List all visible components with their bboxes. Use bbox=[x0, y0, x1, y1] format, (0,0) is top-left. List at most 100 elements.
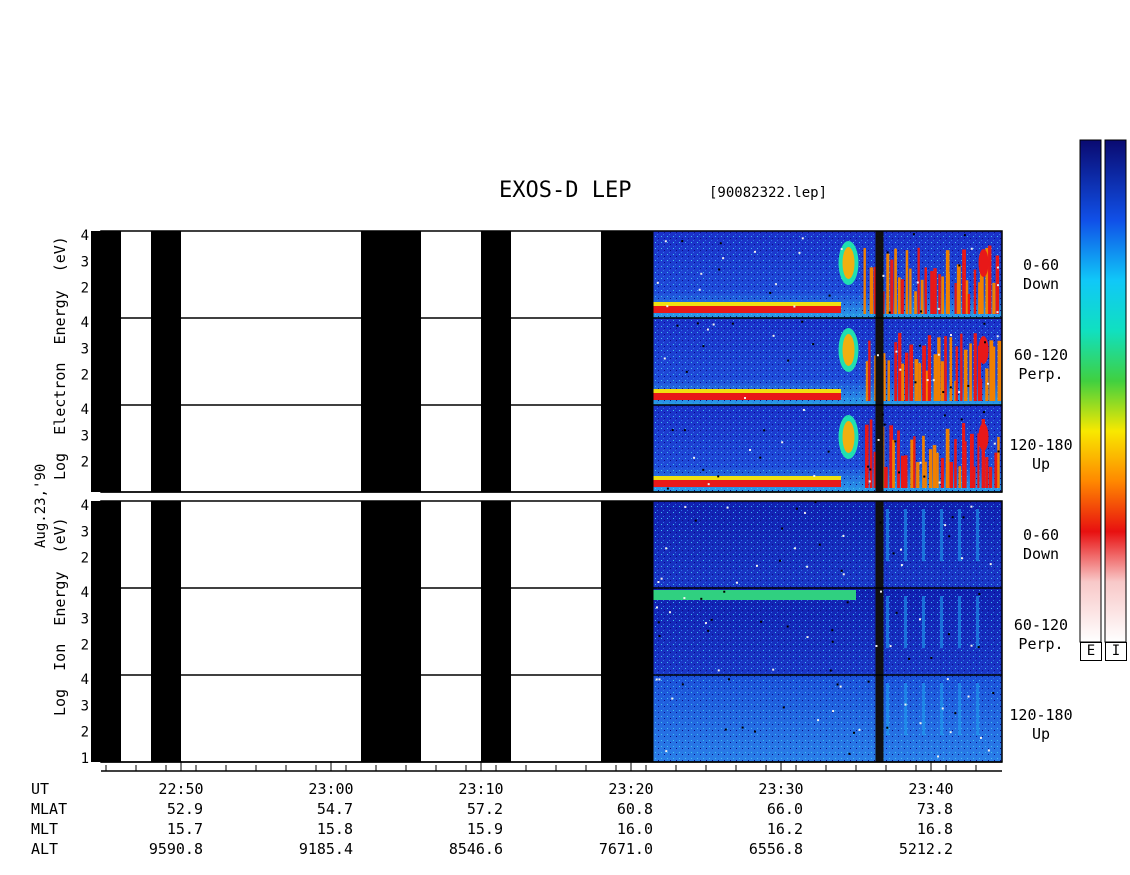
channel-label-i-perp: 60-120 Perp. bbox=[1001, 616, 1081, 654]
y-tick-label: 3 bbox=[81, 341, 89, 357]
y-tick-label: 2 bbox=[81, 638, 89, 654]
electron-stripe bbox=[937, 337, 941, 401]
orbit-mlt-value: 16.8 bbox=[916, 820, 953, 838]
electron-stripe bbox=[904, 455, 908, 488]
speckle bbox=[876, 354, 879, 357]
speckle bbox=[930, 656, 933, 659]
speckle bbox=[875, 644, 878, 647]
no-data-bar bbox=[481, 318, 511, 405]
speckle bbox=[744, 397, 747, 400]
speckle bbox=[693, 456, 696, 459]
speckle bbox=[755, 564, 758, 567]
y-tick-label: 4 bbox=[81, 228, 89, 244]
speckle bbox=[943, 414, 946, 417]
electron-stripe bbox=[947, 273, 950, 314]
y-tick-label: 2 bbox=[81, 551, 89, 567]
speckle bbox=[700, 597, 703, 600]
electron-stripe bbox=[884, 466, 888, 488]
speckle bbox=[717, 669, 720, 672]
speckle bbox=[852, 731, 855, 734]
speckle bbox=[671, 429, 674, 432]
electron-stripe bbox=[894, 248, 897, 314]
channel-range: 60-120 bbox=[1013, 346, 1069, 364]
no-data-bar bbox=[151, 675, 181, 762]
speckle bbox=[706, 328, 709, 331]
ion-streak bbox=[904, 596, 907, 649]
electron-stripe bbox=[963, 349, 968, 401]
channel-range: 0-60 bbox=[1022, 256, 1060, 274]
electron-stripe bbox=[964, 441, 967, 488]
speckle bbox=[717, 475, 720, 478]
data-gap bbox=[875, 405, 884, 492]
speckle bbox=[954, 712, 957, 715]
row-label-mlt: MLT bbox=[31, 820, 59, 838]
speckle bbox=[681, 683, 684, 686]
electron-stripe bbox=[905, 250, 909, 314]
y-tick-label: 4 bbox=[81, 585, 89, 601]
no-data-bar bbox=[151, 405, 181, 492]
speckle bbox=[970, 644, 973, 647]
speckle bbox=[840, 569, 843, 572]
electron-stripe bbox=[898, 277, 901, 314]
speckle bbox=[983, 322, 986, 325]
electron-stripe bbox=[988, 466, 993, 488]
ion-streak bbox=[976, 596, 979, 649]
speckle bbox=[660, 577, 663, 580]
speckle bbox=[741, 726, 744, 729]
speckle bbox=[958, 391, 961, 394]
orbit-alt-value: 6556.8 bbox=[748, 840, 803, 858]
no-data-bar bbox=[361, 675, 421, 762]
speckle bbox=[684, 505, 687, 508]
speckle bbox=[912, 233, 915, 236]
electron-stripe bbox=[913, 436, 916, 488]
speckle bbox=[683, 597, 686, 600]
row-label-alt: ALT bbox=[31, 840, 59, 858]
speckle bbox=[698, 288, 701, 291]
channel-range: 120-180 bbox=[1009, 706, 1073, 724]
speckle bbox=[992, 692, 995, 695]
no-data-bar bbox=[601, 675, 654, 762]
speckle bbox=[781, 527, 784, 530]
speckle bbox=[731, 322, 734, 325]
speckle bbox=[801, 237, 804, 240]
x-tick-label: 23:40 bbox=[908, 780, 953, 798]
ion-streak bbox=[922, 683, 925, 736]
electron-stripe bbox=[924, 267, 927, 314]
speckle bbox=[881, 413, 884, 416]
no-data-bar bbox=[91, 501, 121, 588]
channel-range: 120-180 bbox=[1009, 436, 1073, 454]
speckle bbox=[726, 506, 729, 509]
speckle bbox=[828, 294, 831, 297]
speckle bbox=[967, 384, 970, 387]
orbit-mlt-value: 15.7 bbox=[166, 820, 203, 838]
electron-stripe bbox=[886, 253, 890, 314]
orbit-mlt-value: 15.9 bbox=[466, 820, 503, 838]
y-tick-label: 3 bbox=[81, 524, 89, 540]
ion-streak bbox=[958, 596, 961, 649]
speckle bbox=[666, 487, 669, 490]
speckle bbox=[967, 695, 970, 698]
ion-streak bbox=[886, 596, 889, 649]
speckle bbox=[848, 752, 851, 755]
panel-noise bbox=[653, 588, 1002, 675]
speckle bbox=[723, 590, 726, 593]
electron-stripe bbox=[865, 361, 868, 401]
speckle bbox=[681, 240, 684, 243]
no-data-bar bbox=[361, 405, 421, 492]
speckle bbox=[804, 511, 807, 514]
speckle bbox=[877, 438, 880, 441]
channel-dir: Down bbox=[1022, 275, 1060, 293]
orbit-alt-value: 9185.4 bbox=[298, 840, 353, 858]
electron-stripe bbox=[898, 332, 902, 401]
electron-stripe bbox=[936, 452, 939, 488]
orbit-alt-value: 8546.6 bbox=[448, 840, 503, 858]
no-data-bar bbox=[601, 231, 654, 318]
electron-stripe bbox=[900, 279, 904, 314]
speckle bbox=[919, 722, 922, 725]
speckle bbox=[979, 736, 982, 739]
speckle bbox=[710, 618, 713, 621]
electron-stripe bbox=[916, 462, 920, 488]
speckle bbox=[842, 573, 845, 576]
ion-streak bbox=[976, 683, 979, 736]
speckle bbox=[676, 324, 679, 327]
